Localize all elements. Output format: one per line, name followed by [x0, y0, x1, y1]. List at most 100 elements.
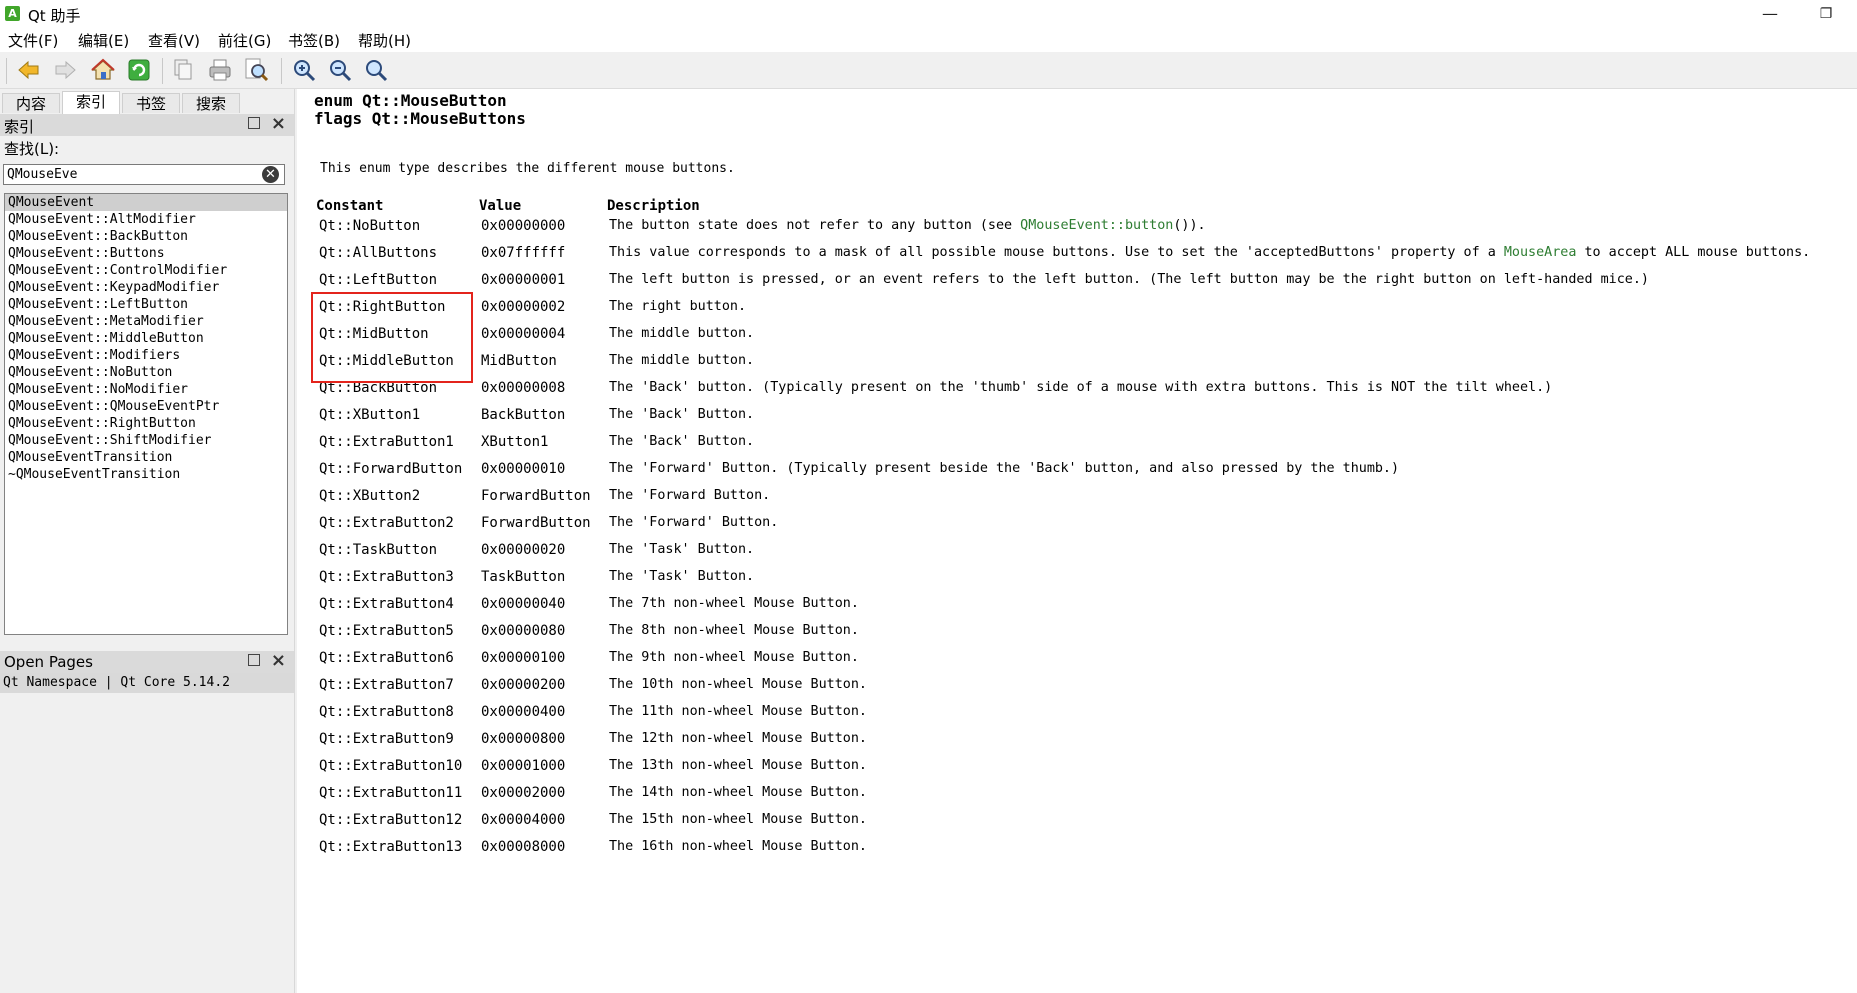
constant-cell: Qt::BackButton [319, 380, 438, 396]
index-item[interactable]: QMouseEvent::BackButton [5, 228, 287, 245]
maximize-icon[interactable]: ❐ [1803, 0, 1849, 28]
description-cell: The middle button. [609, 326, 754, 341]
table-row: Qt::MiddleButton MidButton The middle butt… [298, 353, 1857, 380]
constant-cell: Qt::ExtraButton8 [319, 704, 454, 720]
description-text: The 10th non-wheel Mouse Button. [609, 677, 867, 692]
description-text: The 7th non-wheel Mouse Button. [609, 596, 859, 611]
index-item[interactable]: QMouseEvent::ShiftModifier [5, 432, 287, 449]
description-text: The 'Task' Button. [609, 569, 755, 584]
constant-cell: Qt::ExtraButton1 [319, 434, 454, 450]
clear-icon[interactable]: ✕ [262, 166, 279, 183]
doc-link[interactable]: QMouseEvent::button [1020, 218, 1173, 233]
zoom-reset-icon[interactable] [363, 57, 389, 83]
home-icon[interactable] [90, 57, 116, 83]
forward-icon[interactable] [52, 57, 78, 83]
close-icon[interactable]: × [271, 650, 286, 671]
value-cell: 0x00000400 [481, 704, 566, 720]
table-row: Qt::ExtraButton9 0x00000800 The 12th non-w… [298, 731, 1857, 758]
value-cell: 0x00008000 [481, 839, 566, 855]
description-text: The middle button. [609, 353, 755, 368]
description-text: This value corresponds to a mask of all … [609, 245, 1504, 260]
constant-cell: Qt::NoButton [319, 218, 421, 234]
menu-edit[interactable]: 编辑(E) [78, 30, 129, 51]
value-cell: 0x00000001 [481, 272, 566, 288]
index-item[interactable]: ~QMouseEventTransition [5, 466, 287, 483]
index-item[interactable]: QMouseEvent::NoModifier [5, 381, 287, 398]
menu-file[interactable]: 文件(F) [8, 30, 58, 51]
index-item[interactable]: QMouseEvent::ControlModifier [5, 262, 287, 279]
toolbar [0, 52, 1857, 89]
enum-heading: enum Qt::MouseButton [314, 91, 507, 110]
sync-icon[interactable] [126, 57, 152, 83]
table-row: Qt::ExtraButton11 0x00002000 The 14th non-… [298, 785, 1857, 812]
menu-bookmarks[interactable]: 书签(B) [288, 30, 340, 51]
menu-help[interactable]: 帮助(H) [358, 30, 411, 51]
index-item[interactable]: QMouseEvent [5, 194, 287, 211]
index-item[interactable]: QMouseEvent::MiddleButton [5, 330, 287, 347]
index-item[interactable]: QMouseEvent::Modifiers [5, 347, 287, 364]
tab-bookmarks[interactable]: 书签 [122, 93, 180, 113]
constant-cell: Qt::XButton2 [319, 488, 421, 504]
table-row: Qt::ForwardButton 0x00000010 The 'Forward'… [298, 461, 1857, 488]
index-item[interactable]: QMouseEvent::MetaModifier [5, 313, 287, 330]
index-item[interactable]: QMouseEvent::LeftButton [5, 296, 287, 313]
toolbar-separator [6, 58, 7, 84]
description-text: The 'Back' Button. [609, 434, 755, 449]
back-icon[interactable] [16, 57, 42, 83]
search-input[interactable] [7, 166, 252, 183]
find-icon[interactable] [243, 57, 269, 83]
value-cell: 0x00000008 [481, 380, 566, 396]
index-item[interactable]: QMouseEventTransition [5, 449, 287, 466]
splitter[interactable] [294, 89, 297, 993]
close-icon[interactable]: × [271, 113, 286, 134]
index-item[interactable]: QMouseEvent::RightButton [5, 415, 287, 432]
description-cell: The 'Forward' Button. [609, 515, 778, 530]
index-item[interactable]: QMouseEvent::QMouseEventPtr [5, 398, 287, 415]
table-row: Qt::ExtraButton1 XButton1 The 'Back' Butto… [298, 434, 1857, 461]
print-icon[interactable] [207, 57, 233, 83]
index-item[interactable]: QMouseEvent::AltModifier [5, 211, 287, 228]
constant-cell: Qt::ExtraButton2 [319, 515, 454, 531]
constant-cell: Qt::RightButton [319, 299, 446, 315]
zoom-out-icon[interactable] [327, 57, 353, 83]
description-cell: The 7th non-wheel Mouse Button. [609, 596, 859, 611]
table-row: Qt::ExtraButton4 0x00000040 The 7th non-wh… [298, 596, 1857, 623]
description-cell: The 14th non-wheel Mouse Button. [609, 785, 867, 800]
tab-search[interactable]: 搜索 [182, 93, 240, 113]
index-list[interactable]: QMouseEvent QMouseEvent::AltModifier QMous… [4, 193, 288, 635]
description-text: ()). [1173, 218, 1206, 233]
table-row: Qt::XButton1 BackButton The 'Back' Button. [298, 407, 1857, 434]
table-row: Qt::ExtraButton6 0x00000100 The 9th non-wh… [298, 650, 1857, 677]
toolbar-separator [281, 58, 282, 84]
minimize-icon[interactable]: — [1747, 0, 1793, 28]
search-field[interactable]: ✕ [3, 164, 285, 185]
zoom-in-icon[interactable] [291, 57, 317, 83]
constant-cell: Qt::ExtraButton13 [319, 839, 463, 855]
open-pages-dock-title: Open Pages × [0, 650, 294, 673]
index-item[interactable]: QMouseEvent::NoButton [5, 364, 287, 381]
tab-contents[interactable]: 内容 [2, 93, 60, 113]
constant-cell: Qt::AllButtons [319, 245, 438, 261]
copy-icon[interactable] [170, 57, 196, 83]
index-item[interactable]: QMouseEvent::KeypadModifier [5, 279, 287, 296]
tab-index[interactable]: 索引 [62, 91, 120, 114]
open-page-item[interactable]: Qt Namespace | Qt Core 5.14.2 [0, 673, 294, 693]
doc-link[interactable]: MouseArea [1504, 245, 1577, 260]
description-text: The 8th non-wheel Mouse Button. [609, 623, 859, 638]
index-dock-title: 索引 × [0, 113, 294, 136]
menu-go[interactable]: 前往(G) [218, 30, 271, 51]
float-icon[interactable] [248, 117, 260, 129]
description-cell: The right button. [609, 299, 746, 314]
description-cell: The 10th non-wheel Mouse Button. [609, 677, 867, 692]
value-cell: ForwardButton [481, 515, 591, 531]
constant-cell: Qt::ExtraButton10 [319, 758, 463, 774]
index-item[interactable]: QMouseEvent::Buttons [5, 245, 287, 262]
menu-view[interactable]: 查看(V) [148, 30, 200, 51]
description-text: The 13th non-wheel Mouse Button. [609, 758, 867, 773]
table-row: Qt::ExtraButton12 0x00004000 The 15th non-… [298, 812, 1857, 839]
table-row: Qt::ExtraButton7 0x00000200 The 10th non-w… [298, 677, 1857, 704]
value-cell: 0x00000004 [481, 326, 566, 342]
float-icon[interactable] [248, 654, 260, 666]
value-cell: 0x07ffffff [481, 245, 566, 261]
value-cell: 0x00000040 [481, 596, 566, 612]
